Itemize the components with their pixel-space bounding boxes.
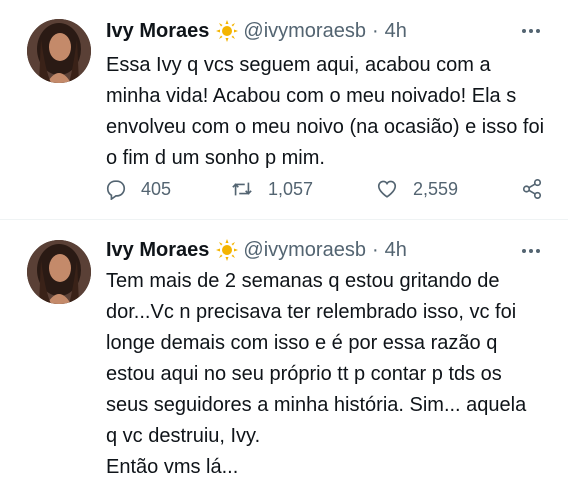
sun-emoji-icon (216, 239, 239, 261)
tweet-text-line: Então vms lá... (106, 456, 239, 478)
tweet-text: Tem mais de 2 semanas q estou gritando d… (106, 266, 546, 483)
tweet-text-line: q vc destruiu, Ivy. (106, 425, 261, 447)
separator-dot: · (371, 238, 379, 261)
tweet-text-line: estou aqui no seu próprio tt p contar p … (106, 363, 502, 385)
tweet-header: Ivy Moraes @ivymoraesb · 4h (106, 237, 407, 263)
tweet-text-line: dor...Vc n precisava ter relembrado isso… (106, 301, 517, 323)
tweet-text-line: longe demais com isso e é por essa razão… (106, 332, 498, 354)
author-name[interactable]: Ivy Moraes (106, 239, 209, 262)
tweet-text-line: seus seguidores a minha história. Sim...… (106, 394, 527, 416)
timestamp[interactable]: 4h (385, 239, 407, 262)
tweet-2[interactable]: Ivy Moraes @ivymoraesb · 4h Tem mais de … (0, 0, 568, 478)
more-options-icon[interactable] (520, 240, 542, 262)
author-handle[interactable]: @ivymoraesb (243, 239, 366, 262)
avatar[interactable] (27, 240, 91, 304)
tweet-text-line: Tem mais de 2 semanas q estou gritando d… (106, 270, 500, 292)
